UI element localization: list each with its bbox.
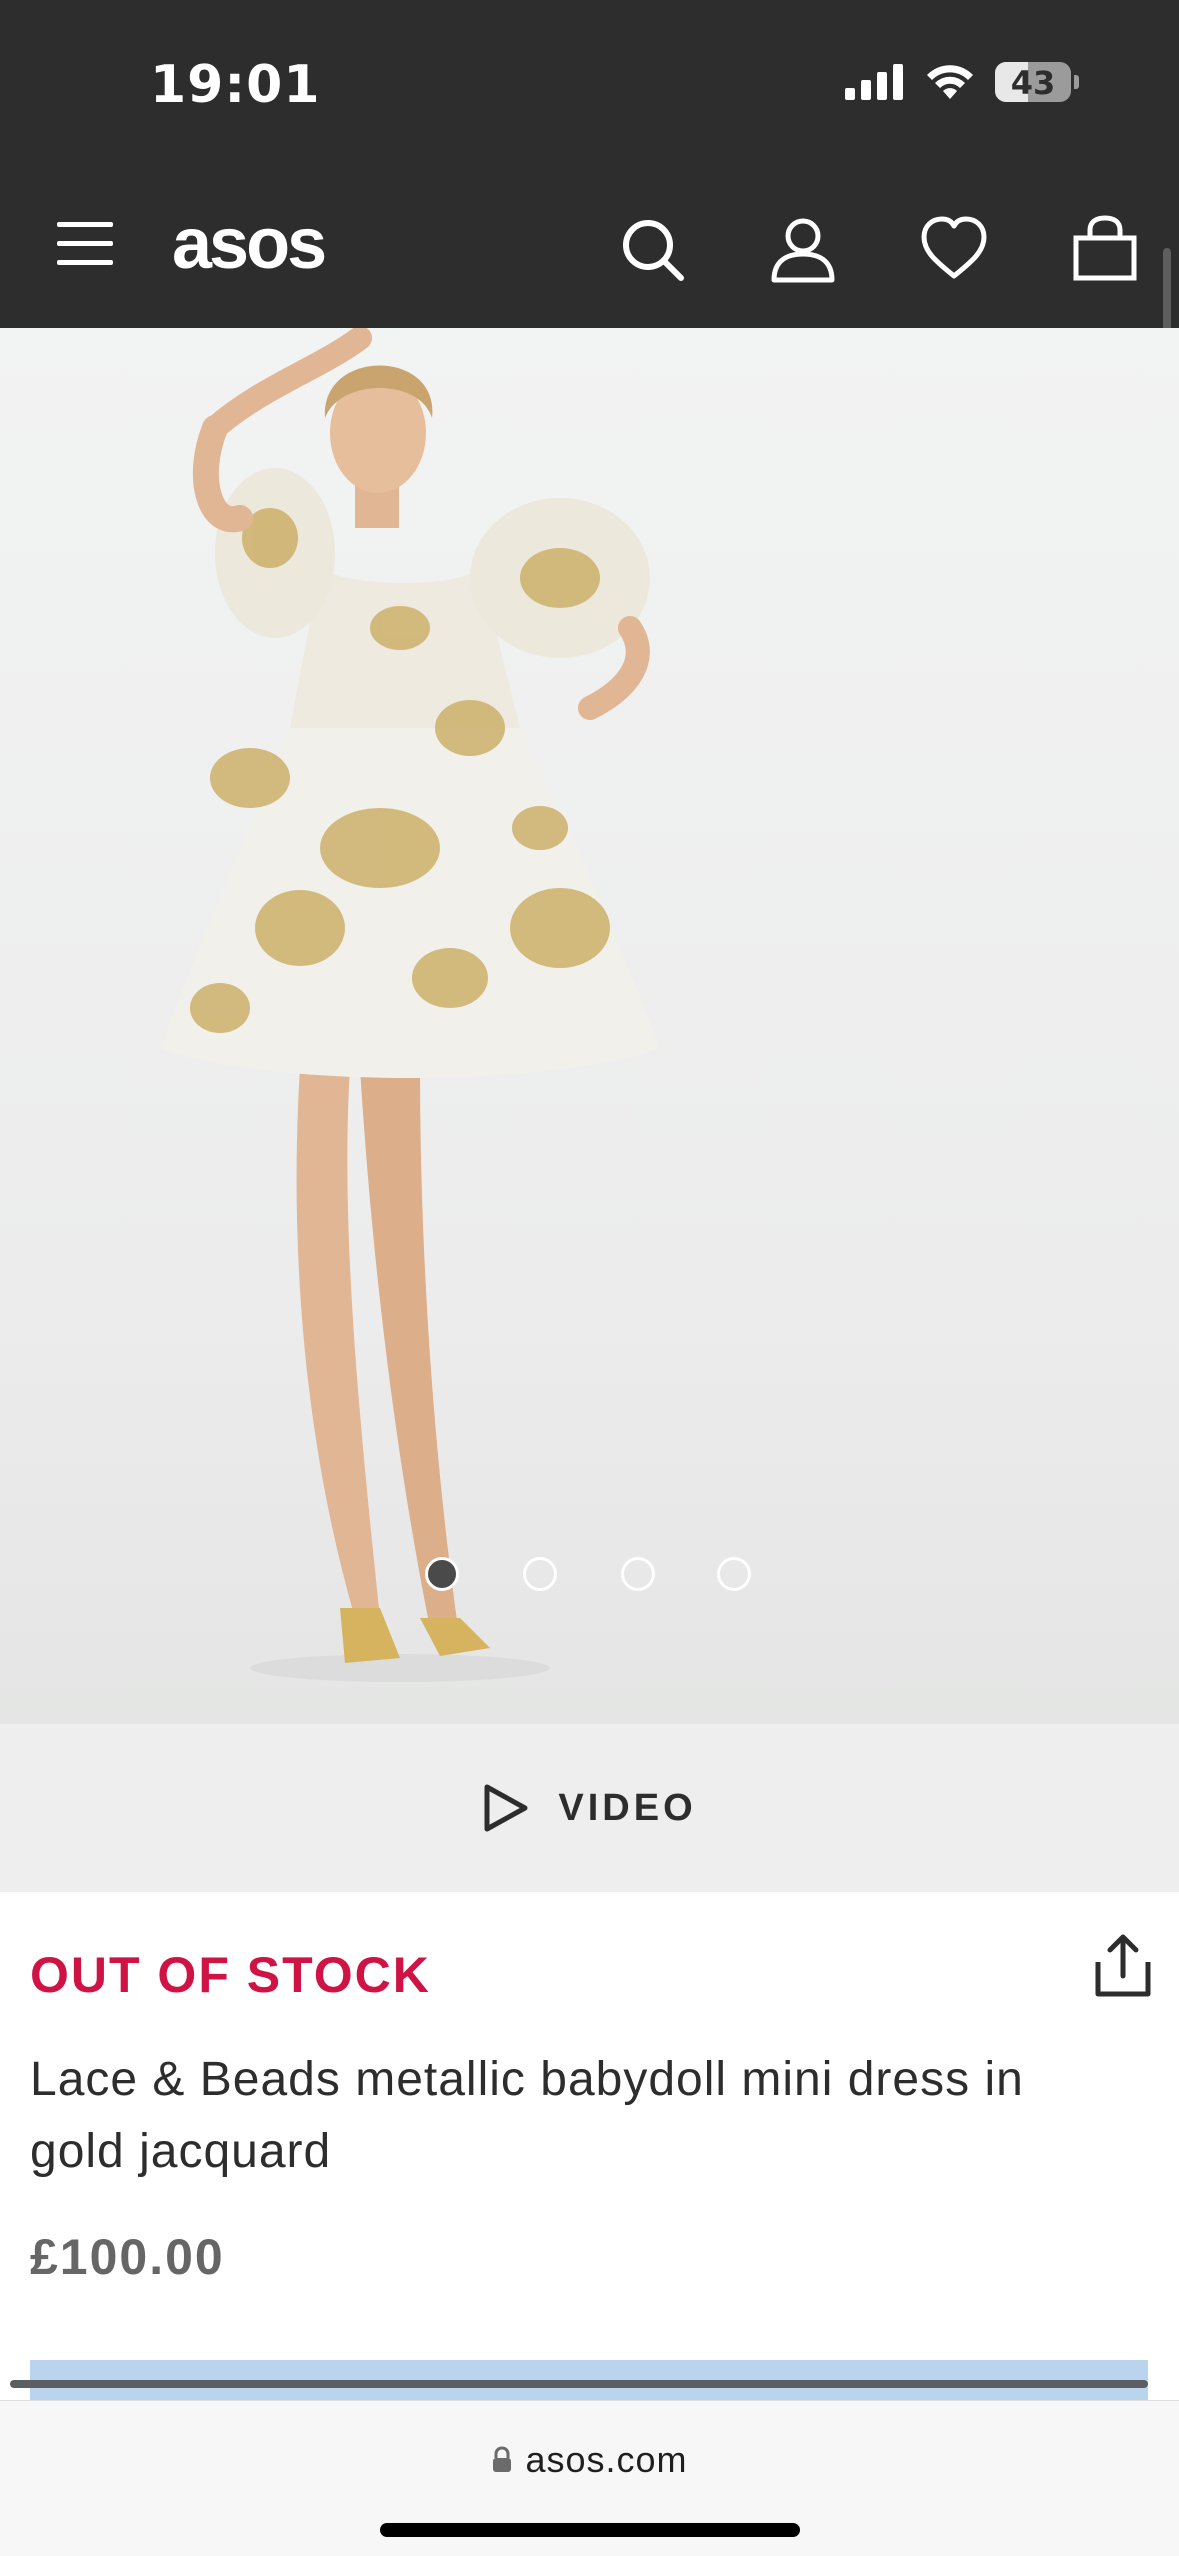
home-indicator[interactable] (380, 2523, 800, 2537)
url-text: asos.com (525, 2439, 688, 2480)
site-header: asos (0, 160, 1179, 328)
play-icon (484, 1784, 528, 1832)
search-icon[interactable] (617, 214, 687, 284)
status-time: 19:01 (150, 55, 321, 115)
share-icon[interactable] (1092, 1932, 1154, 1998)
logo-text: asos (172, 212, 325, 282)
battery-level: 43 (1010, 64, 1056, 102)
status-icons: 43 (845, 62, 1079, 102)
video-button[interactable]: VIDEO (0, 1724, 1179, 1892)
lock-icon (493, 2446, 512, 2472)
browser-bottom-bar: asos.com (0, 2400, 1179, 2556)
video-label: VIDEO (558, 1786, 697, 1829)
status-bar: 19:01 43 (0, 0, 1179, 160)
wifi-icon (927, 65, 973, 99)
product-price: £100.00 (30, 2229, 225, 2285)
product-title: Lace & Beads metallic babydoll mini dres… (30, 2053, 1024, 2178)
hamburger-menu-icon[interactable] (55, 220, 115, 268)
bag-icon[interactable] (1070, 214, 1140, 284)
gallery-dot-3[interactable] (621, 1557, 655, 1591)
heart-icon[interactable] (919, 214, 989, 284)
product-photo (160, 328, 660, 1682)
gallery-pagination (0, 1557, 1179, 1591)
address-bar[interactable]: asos.com (0, 2439, 1179, 2481)
battery-icon: 43 (995, 62, 1079, 102)
stock-status: OUT OF STOCK (30, 1947, 431, 2003)
account-icon[interactable] (768, 214, 838, 284)
asos-logo[interactable]: asos (172, 212, 342, 282)
gallery-dot-1[interactable] (425, 1557, 459, 1591)
cellular-signal-icon (845, 64, 903, 100)
horizontal-scroll-indicator (10, 2380, 1148, 2388)
product-image-gallery[interactable] (0, 328, 1179, 1724)
gallery-dot-2[interactable] (523, 1557, 557, 1591)
gallery-dot-4[interactable] (717, 1557, 751, 1591)
